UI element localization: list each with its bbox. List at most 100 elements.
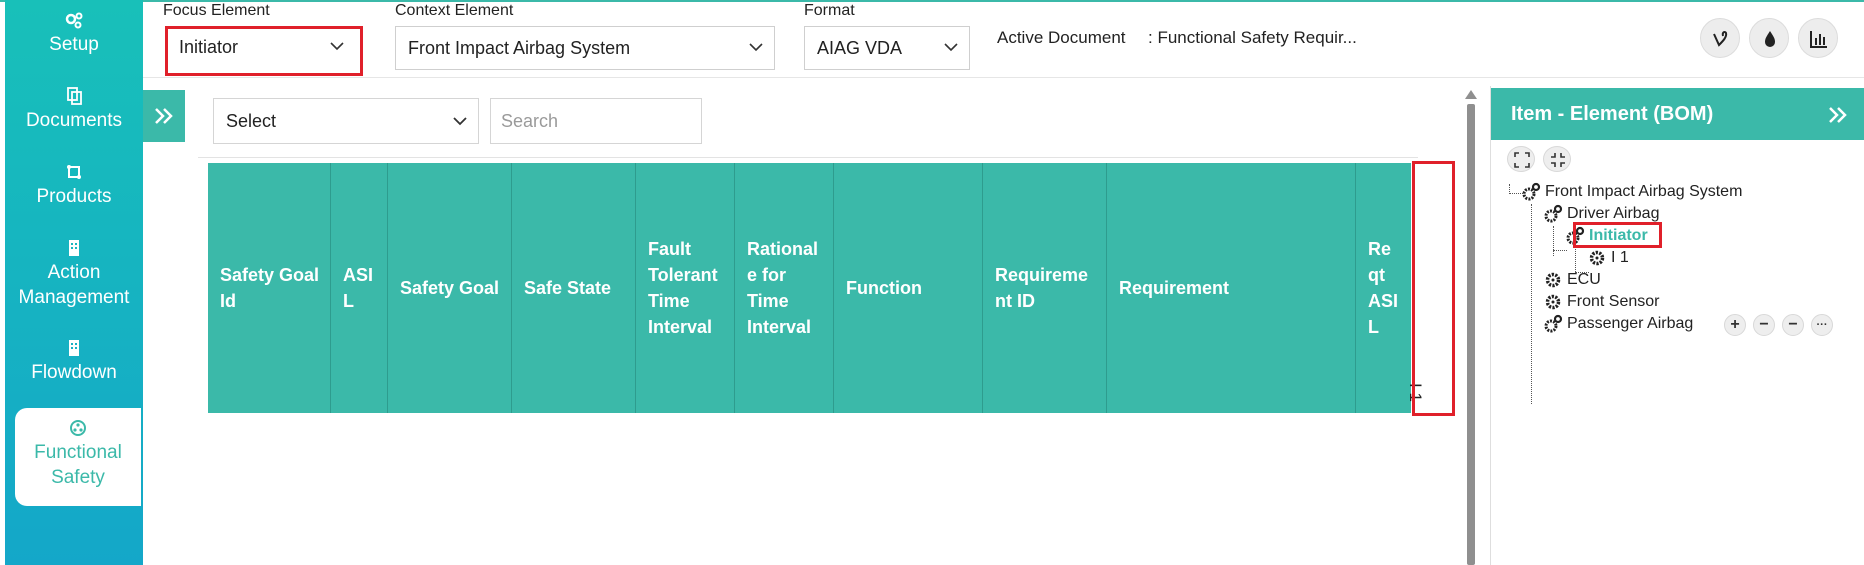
sidebar-item-flowdown[interactable]: Flowdown	[5, 338, 143, 385]
search-input[interactable]	[490, 98, 702, 144]
divider	[198, 157, 1418, 158]
tree-node-root[interactable]: Front Impact Airbag System	[1521, 182, 1742, 202]
column-header-safety-goal[interactable]: Safety Goal	[388, 163, 512, 413]
add-node-button[interactable]: +	[1724, 314, 1746, 336]
column-header-text: Fault	[648, 239, 691, 259]
tree-node-label: I 1	[1611, 249, 1629, 266]
table-header: Safety Goal Id ASI L Safety Goal Safe Stat…	[208, 163, 1411, 413]
column-header-safe-state[interactable]: Safe State	[512, 163, 636, 413]
vertical-scrollbar[interactable]	[1465, 90, 1477, 565]
format-label: Format	[804, 2, 855, 19]
scroll-up-icon[interactable]	[1465, 90, 1477, 99]
chart-button[interactable]	[1798, 18, 1838, 58]
column-header-asil[interactable]: ASI L	[331, 163, 388, 413]
tree-node-driver-airbag[interactable]: Driver Airbag	[1543, 204, 1659, 224]
tree-node-label: Driver Airbag	[1567, 205, 1660, 222]
sidebar-item-label-line2: Safety	[51, 467, 105, 488]
sidebar-item-label-line1: Functional	[34, 442, 122, 463]
gears-icon	[1544, 204, 1563, 223]
tree-connector	[1531, 204, 1532, 404]
vine-icon	[1713, 31, 1728, 47]
tree-node-i1[interactable]: I 1	[1587, 248, 1629, 268]
gear-icon	[1589, 250, 1605, 266]
column-header-text: L	[1368, 317, 1379, 337]
filter-select[interactable]: Select	[213, 98, 479, 144]
column-header-safety-goal-id[interactable]: Safety Goal Id	[208, 163, 331, 413]
more-options-button[interactable]: ···	[1811, 314, 1833, 336]
focus-element-label: Focus Element	[163, 2, 270, 19]
column-header-text: Tolerant	[648, 265, 718, 285]
sidebar-item-action-management[interactable]: Action Management	[5, 238, 143, 310]
sidebar-item-label: Products	[36, 186, 112, 207]
panel-header: Item - Element (BOM)	[1491, 88, 1864, 140]
column-header-text: Id	[220, 291, 236, 311]
sidebar-item-label-line1: Action	[47, 262, 101, 283]
tree-node-label: ECU	[1567, 271, 1601, 288]
column-header-text: Safe State	[524, 278, 612, 298]
building-icon	[69, 240, 79, 256]
column-header-text: Safety Goal	[220, 265, 320, 285]
column-header-ftti[interactable]: Fault Tolerant Time Interval	[636, 163, 735, 413]
column-header-function[interactable]: Function	[834, 163, 983, 413]
column-header-text: e for	[747, 265, 787, 285]
focus-highlight-box	[165, 26, 363, 76]
sidebar-item-label-line2: Management	[18, 287, 130, 308]
header-toolbar: Focus Element Initiator Context Element …	[143, 0, 1864, 78]
chevron-down-icon	[944, 43, 958, 52]
double-chevron-right-icon[interactable]	[1827, 104, 1849, 126]
gears-icon	[1544, 314, 1563, 333]
tree-node-label: Front Sensor	[1567, 293, 1660, 310]
expand-left-button[interactable]	[143, 90, 185, 142]
panel-title: Item - Element (BOM)	[1511, 103, 1714, 125]
column-header-text: nt ID	[995, 291, 1035, 311]
chevron-down-icon	[453, 117, 467, 126]
expand-all-button[interactable]	[1507, 146, 1535, 172]
column-header-reqt-asil[interactable]: Re qt ASI L	[1356, 163, 1411, 413]
sidebar-item-documents[interactable]: Documents	[5, 86, 143, 133]
column-header-text: qt	[1368, 265, 1385, 285]
context-element-select[interactable]: Front Impact Airbag System	[395, 26, 775, 70]
sidebar-item-label: Flowdown	[31, 362, 117, 383]
column-header-text: Function	[846, 278, 922, 298]
sidebar: Setup Documents Products Action Manageme…	[5, 0, 143, 565]
column-header-rationale[interactable]: Rational e for Time Interval	[735, 163, 834, 413]
sidebar-item-label: Setup	[49, 34, 99, 55]
format-value: AIAG VDA	[817, 38, 903, 58]
sidebar-item-setup[interactable]: Setup	[5, 10, 143, 57]
products-icon	[67, 165, 81, 179]
format-select[interactable]: AIAG VDA	[804, 26, 970, 70]
column-header-text: ASI	[1368, 291, 1399, 311]
chevron-down-icon	[749, 43, 763, 52]
tree-node-label: Front Impact Airbag System	[1545, 183, 1743, 200]
column-header-requirement-id[interactable]: Requireme nt ID	[983, 163, 1107, 413]
remove-node-button-2[interactable]: −	[1782, 314, 1804, 336]
tree-node-front-sensor[interactable]: Front Sensor	[1543, 292, 1659, 312]
sidebar-item-label: Documents	[25, 110, 123, 131]
documents-icon	[67, 87, 82, 105]
tree-node-label: Passenger Airbag	[1567, 315, 1694, 332]
gears-icon	[65, 12, 83, 29]
column-header-requirement[interactable]: Requirement	[1107, 163, 1356, 413]
sidebar-item-functional-safety[interactable]: Functional Safety	[15, 408, 141, 506]
tree-connector	[1575, 246, 1576, 272]
tree-node-ecu[interactable]: ECU	[1543, 270, 1601, 290]
column-header-text: Interval	[747, 317, 812, 337]
column-header-text: Interval	[648, 317, 713, 337]
tree-node-passenger-airbag[interactable]: Passenger Airbag	[1543, 314, 1693, 334]
column-header-text: L	[343, 291, 354, 311]
scrollbar-thumb[interactable]	[1467, 104, 1475, 565]
remove-node-button[interactable]: −	[1753, 314, 1775, 336]
building-icon	[69, 340, 79, 356]
drop-button[interactable]	[1749, 18, 1789, 58]
gears-icon	[1522, 182, 1541, 201]
context-element-value: Front Impact Airbag System	[408, 38, 631, 58]
tree-connector	[1553, 226, 1554, 256]
column-header-text: Time	[648, 291, 690, 311]
collapse-all-button[interactable]	[1543, 146, 1571, 172]
vine-button[interactable]	[1700, 18, 1740, 58]
sidebar-item-products[interactable]: Products	[5, 162, 143, 209]
column-header-text: Requirement	[1119, 278, 1230, 298]
expand-icon	[1514, 152, 1530, 168]
column-highlight-box	[1412, 161, 1455, 416]
column-header-text: Re	[1368, 239, 1392, 259]
